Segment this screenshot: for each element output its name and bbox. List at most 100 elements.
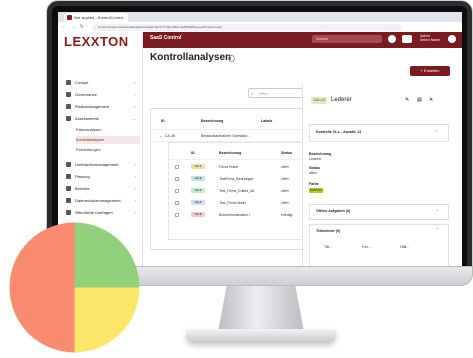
language-icon[interactable] [402, 35, 412, 43]
col-header[interactable]: Hält... [400, 245, 409, 249]
chevron-up-icon: ⌃ [436, 228, 440, 232]
row-name[interactable]: Branchenstandard I [219, 213, 250, 217]
col-header-name[interactable]: Bezeichnung [219, 151, 241, 155]
chevron-down-icon: ⌄ [132, 116, 136, 121]
row-checkbox[interactable] [175, 201, 179, 205]
page-title: Kontrollanalysen [150, 52, 232, 63]
detail-panel: CA1-10 Lederer ✎ ▤ ✕ Kontrolle 01-L - An… [302, 84, 459, 266]
row-status: offen [281, 189, 289, 193]
chevron-down-icon[interactable]: ⌄ [159, 134, 162, 138]
pie-chart [9, 222, 140, 353]
sidebar-subitem-kontrollanalysen[interactable]: Kontrollanalysen [76, 136, 140, 144]
field-label: Bezeichnung [309, 152, 332, 156]
col-header-id[interactable]: ID [161, 119, 165, 123]
chevron-right-icon: › [134, 174, 136, 179]
sidebar-item-umfragen[interactable]: Öffentliche Umfragen › [62, 208, 140, 218]
search-input[interactable]: Suchen [312, 35, 382, 43]
control-card[interactable]: Kontrolle 01-L - Anzahl: 13 › [309, 124, 449, 142]
calendar-icon [66, 174, 71, 180]
field-value: Lederer [309, 157, 322, 161]
section-title: Offene Aufgaben (0) [316, 209, 351, 213]
sidebar-subitem-risikoanalysen[interactable]: Risikoanalysen [76, 126, 140, 134]
sidebar-item-berichte[interactable]: Berichte › [62, 184, 140, 194]
sidebar-item-label: Lieferantenmanagement [75, 162, 119, 167]
help-icon[interactable] [388, 35, 396, 43]
col-header-name[interactable]: Bezeichnung [201, 119, 223, 123]
reload-icon[interactable]: ↻ [79, 24, 85, 30]
id-badge: CA-1 [191, 164, 205, 169]
sidebar-item-label: Assessments [75, 116, 99, 121]
sidebar-item-governance[interactable]: Governance › [62, 90, 140, 100]
row-name[interactable]: Test_Firma_Edited_Alt [219, 189, 254, 193]
sidebar-item-datenschutz[interactable]: Datenschutzmanagement › [62, 196, 140, 206]
browser-tabbar: Not applied - KontrolControl [58, 12, 462, 22]
sidebar-item-planung[interactable]: Planung › [62, 172, 140, 182]
search-icon: ⌕ [251, 91, 254, 96]
detail-title: Lederer [331, 97, 352, 103]
browser-tab[interactable]: Not applied - KontrolControl [64, 13, 128, 22]
chevron-right-icon: › [134, 80, 136, 85]
document-icon[interactable]: ▤ [417, 97, 422, 103]
pie-slice [9, 222, 75, 353]
risk-icon [66, 104, 71, 110]
card-label: Kontrolle 01-L - Anzahl: 13 [316, 130, 362, 134]
sidebar-item-lieferanten[interactable]: Lieferantenmanagement › [62, 160, 140, 170]
sidebar-item-assessments[interactable]: Assessments ⌄ [62, 114, 140, 124]
monitor-stand [218, 286, 304, 332]
field-value: offen [309, 171, 317, 175]
detail-id-badge: CA1-10 [311, 97, 327, 104]
report-icon [66, 186, 71, 192]
create-button[interactable]: + Erstellen [410, 66, 450, 76]
supplier-icon [66, 162, 71, 168]
row-checkbox[interactable] [175, 213, 179, 217]
row-name[interactable]: Test_Firma Maier [219, 201, 246, 205]
privacy-icon [66, 198, 71, 204]
arrow-left-icon[interactable]: ← [61, 24, 67, 30]
divider [169, 159, 303, 160]
col-header-status[interactable]: Status [281, 151, 292, 155]
edit-icon[interactable]: ✎ [405, 97, 409, 103]
participants-section[interactable]: Teilnehmer (0) ⌃ Tät... Fun... Hält... [309, 224, 449, 266]
col-header-id[interactable]: ID [191, 151, 195, 155]
arrow-right-icon[interactable]: → [70, 24, 76, 30]
app-name: SaaS Control [150, 35, 182, 41]
sidebar-item-risikomanagement[interactable]: Risikomanagement › [62, 102, 140, 112]
col-header[interactable]: Fun... [362, 245, 371, 249]
id-badge: CA-5 [191, 212, 205, 217]
id-badge: CA-2 [191, 176, 205, 181]
user-info[interactable]: Admin Select Name [420, 34, 440, 42]
row-status: offen [281, 177, 289, 181]
sidebar-item-label: Risikomanagement [75, 104, 110, 109]
open-tasks-section[interactable]: Offene Aufgaben (0) ⌄ [309, 204, 449, 220]
sidebar-subitem-feststellungen[interactable]: Feststellungen [76, 146, 140, 154]
address-field[interactable]: control.lexxton.de/kontrollanalysen/e4a4… [92, 24, 402, 31]
section-title: Teilnehmer (0) [316, 229, 341, 233]
filter-input[interactable]: Filter... [248, 88, 304, 98]
col-header[interactable]: Tät... [324, 245, 332, 249]
user-line2: Select Name [420, 38, 441, 42]
sidebar-item-label: Cockpit [75, 80, 89, 85]
group-row-name[interactable]: Bestandsaufnahme Operation... [201, 134, 250, 138]
field-label: Status [309, 166, 320, 170]
sidebar-item-label: Datenschutzmanagement [75, 198, 121, 203]
row-checkbox[interactable] [175, 165, 179, 169]
field-label: Farbe [309, 182, 319, 186]
row-name[interactable]: TestFirma_Bearbeiger [219, 177, 253, 181]
close-icon[interactable]: ✕ [429, 97, 433, 103]
sidebar-item-label: Öffentliche Umfragen [75, 210, 113, 215]
row-checkbox[interactable] [175, 177, 179, 181]
sidebar-item-label: Planung [75, 174, 90, 179]
id-badge: CA-4 [191, 200, 205, 205]
row-status: erledigt [281, 213, 293, 217]
row-name[interactable]: Firma Huber [219, 165, 238, 169]
sub-table: ID Bezeichnung Status CA-1 Firma Huber o… [168, 142, 304, 240]
col-header-labels[interactable]: Labels [261, 119, 272, 123]
chevron-right-icon: › [134, 104, 136, 109]
survey-icon [66, 210, 71, 216]
avatar-icon[interactable] [448, 35, 456, 43]
chevron-right-icon: › [134, 186, 136, 191]
row-checkbox[interactable] [175, 189, 179, 193]
pie-slice [74, 287, 140, 353]
info-icon[interactable] [228, 55, 235, 62]
sidebar-item-cockpit[interactable]: Cockpit › [62, 78, 140, 88]
